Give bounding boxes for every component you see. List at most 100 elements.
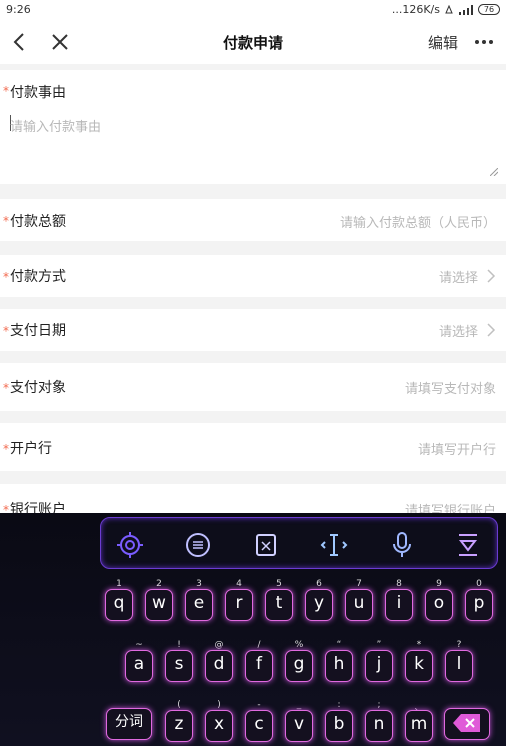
- alarm-icon: [445, 4, 453, 13]
- settings-icon[interactable]: [115, 530, 145, 560]
- key-v[interactable]: v: [285, 710, 313, 742]
- nav-bar: 付款申请 编辑: [0, 20, 506, 64]
- reason-textarea[interactable]: 请输入付款事由: [10, 116, 101, 135]
- key-x[interactable]: x: [205, 710, 233, 742]
- payment-method-select[interactable]: 请选择: [439, 267, 478, 286]
- key-hint: ): [217, 700, 221, 710]
- keyboard-toolbar: [100, 517, 498, 569]
- segment-key[interactable]: 分词: [106, 708, 152, 740]
- key-d[interactable]: d: [205, 650, 233, 682]
- key-e[interactable]: e: [185, 589, 213, 621]
- key-hint: 0: [476, 579, 482, 589]
- key-q[interactable]: q: [105, 589, 133, 621]
- hide-keyboard-icon[interactable]: [453, 530, 483, 560]
- key-t[interactable]: t: [265, 589, 293, 621]
- status-time: 9:26: [6, 3, 31, 16]
- key-m[interactable]: m: [405, 710, 433, 742]
- key-w[interactable]: w: [145, 589, 173, 621]
- key-hint: 1: [116, 579, 122, 589]
- key-hint: :: [337, 700, 341, 710]
- close-icon[interactable]: [48, 30, 72, 54]
- key-hint: (: [177, 700, 181, 710]
- key-hint: 3: [196, 579, 202, 589]
- field-label: 付款事由: [10, 85, 66, 101]
- key-p[interactable]: p: [465, 589, 493, 621]
- key-hint: ;: [377, 700, 381, 710]
- key-hint: @: [214, 640, 224, 650]
- required-mark: *: [3, 214, 9, 228]
- key-hint: -: [257, 700, 261, 710]
- key-hint: *: [416, 640, 422, 650]
- clipboard-icon[interactable]: [251, 530, 281, 560]
- key-hint: !: [177, 640, 181, 650]
- key-g[interactable]: g: [285, 650, 313, 682]
- field-label: 支付对象: [10, 380, 66, 396]
- key-hint: ”: [376, 640, 382, 650]
- key-f[interactable]: f: [245, 650, 273, 682]
- key-b[interactable]: b: [325, 710, 353, 742]
- bank-input[interactable]: 请填写开户行: [418, 439, 496, 458]
- reason-field[interactable]: * 付款事由 请输入付款事由: [0, 70, 506, 184]
- key-h[interactable]: h: [325, 650, 353, 682]
- key-k[interactable]: k: [405, 650, 433, 682]
- key-s[interactable]: s: [165, 650, 193, 682]
- key-i[interactable]: i: [385, 589, 413, 621]
- key-l[interactable]: l: [445, 650, 473, 682]
- key-hint: ~: [135, 640, 143, 650]
- payee-field[interactable]: * 支付对象 请填写支付对象: [0, 363, 506, 411]
- required-mark: *: [3, 381, 9, 395]
- field-label: 付款总额: [10, 214, 66, 230]
- key-hint: _: [296, 700, 302, 710]
- key-j[interactable]: j: [365, 650, 393, 682]
- key-hint: 9: [436, 579, 442, 589]
- required-mark: *: [3, 84, 9, 98]
- chat-icon[interactable]: [183, 530, 213, 560]
- payment-method-field[interactable]: * 付款方式 请选择: [0, 255, 506, 297]
- battery-icon: 76: [478, 4, 500, 15]
- key-hint: “: [336, 640, 342, 650]
- back-arrow-icon[interactable]: [8, 30, 32, 54]
- payment-date-field[interactable]: * 支付日期 请选择: [0, 309, 506, 351]
- key-hint: 6: [316, 579, 322, 589]
- key-y[interactable]: y: [305, 589, 333, 621]
- chevron-right-icon: [487, 323, 496, 337]
- edit-button[interactable]: 编辑: [428, 32, 458, 53]
- key-hint: 7: [356, 579, 362, 589]
- cursor-icon[interactable]: [319, 530, 349, 560]
- payee-input[interactable]: 请填写支付对象: [405, 378, 496, 397]
- key-n[interactable]: n: [365, 710, 393, 742]
- required-mark: *: [3, 270, 9, 284]
- key-hint: /: [257, 640, 261, 650]
- key-hint: 8: [396, 579, 402, 589]
- key-u[interactable]: u: [345, 589, 373, 621]
- backspace-icon: [453, 714, 480, 732]
- key-hint: 2: [156, 579, 162, 589]
- field-label: 付款方式: [10, 269, 66, 285]
- field-label: 支付日期: [10, 323, 66, 339]
- key-o[interactable]: o: [425, 589, 453, 621]
- network-speed: ...126K/s: [391, 3, 440, 16]
- key-hint: ?: [456, 640, 462, 650]
- payment-date-select[interactable]: 请选择: [439, 321, 478, 340]
- amount-input[interactable]: 请输入付款总额（人民币）: [340, 212, 496, 231]
- required-mark: *: [3, 324, 9, 338]
- key-c[interactable]: c: [245, 710, 273, 742]
- key-hint: 4: [236, 579, 242, 589]
- field-label: 开户行: [10, 441, 52, 457]
- key-hint: %: [294, 640, 304, 650]
- backspace-key[interactable]: [444, 708, 490, 740]
- status-indicators: ...126K/s 76: [392, 3, 500, 16]
- key-hint: 5: [276, 579, 282, 589]
- key-z[interactable]: z: [165, 710, 193, 742]
- amount-field[interactable]: * 付款总额 请输入付款总额（人民币）: [0, 199, 506, 241]
- signal-icon: [459, 4, 473, 15]
- key-r[interactable]: r: [225, 589, 253, 621]
- resize-grip-icon[interactable]: [490, 168, 498, 176]
- more-icon[interactable]: [472, 30, 496, 54]
- status-bar: 9:26 ...126K/s 76: [0, 0, 506, 20]
- required-mark: *: [3, 442, 9, 456]
- soft-keyboard: 1q2w3e4r5t6y7u8i9o0p ~ a! s @ d / f% g “h” j * k? l …: [0, 513, 506, 746]
- key-a[interactable]: a: [125, 650, 153, 682]
- mic-icon[interactable]: [387, 530, 417, 560]
- bank-field[interactable]: * 开户行 请填写开户行: [0, 423, 506, 471]
